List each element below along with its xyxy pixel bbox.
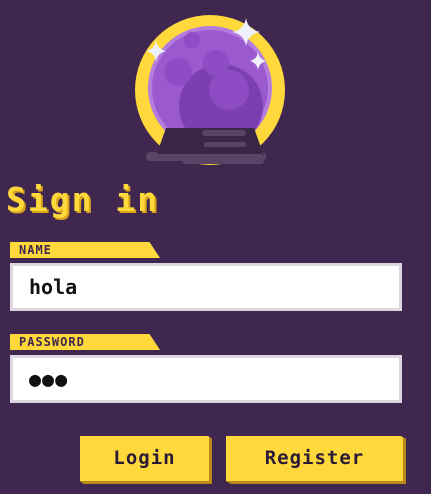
password-field[interactable]: ●●● <box>10 355 402 403</box>
orb-blob <box>184 32 200 48</box>
orb-stand-base <box>182 158 264 164</box>
login-button[interactable]: Login <box>80 436 212 484</box>
orb-stand-stripe <box>202 130 246 136</box>
crystal-ball-icon <box>135 15 285 165</box>
orb-stand-stripe <box>204 142 246 147</box>
orb-blob <box>164 58 192 86</box>
orb-blob <box>209 70 249 110</box>
name-field[interactable]: hola <box>10 263 402 311</box>
register-button[interactable]: Register <box>226 436 406 484</box>
password-label: PASSWORD <box>10 334 160 350</box>
page-title: Sign in <box>6 180 160 219</box>
orb-blob <box>203 50 229 76</box>
name-label: NAME <box>10 242 160 258</box>
